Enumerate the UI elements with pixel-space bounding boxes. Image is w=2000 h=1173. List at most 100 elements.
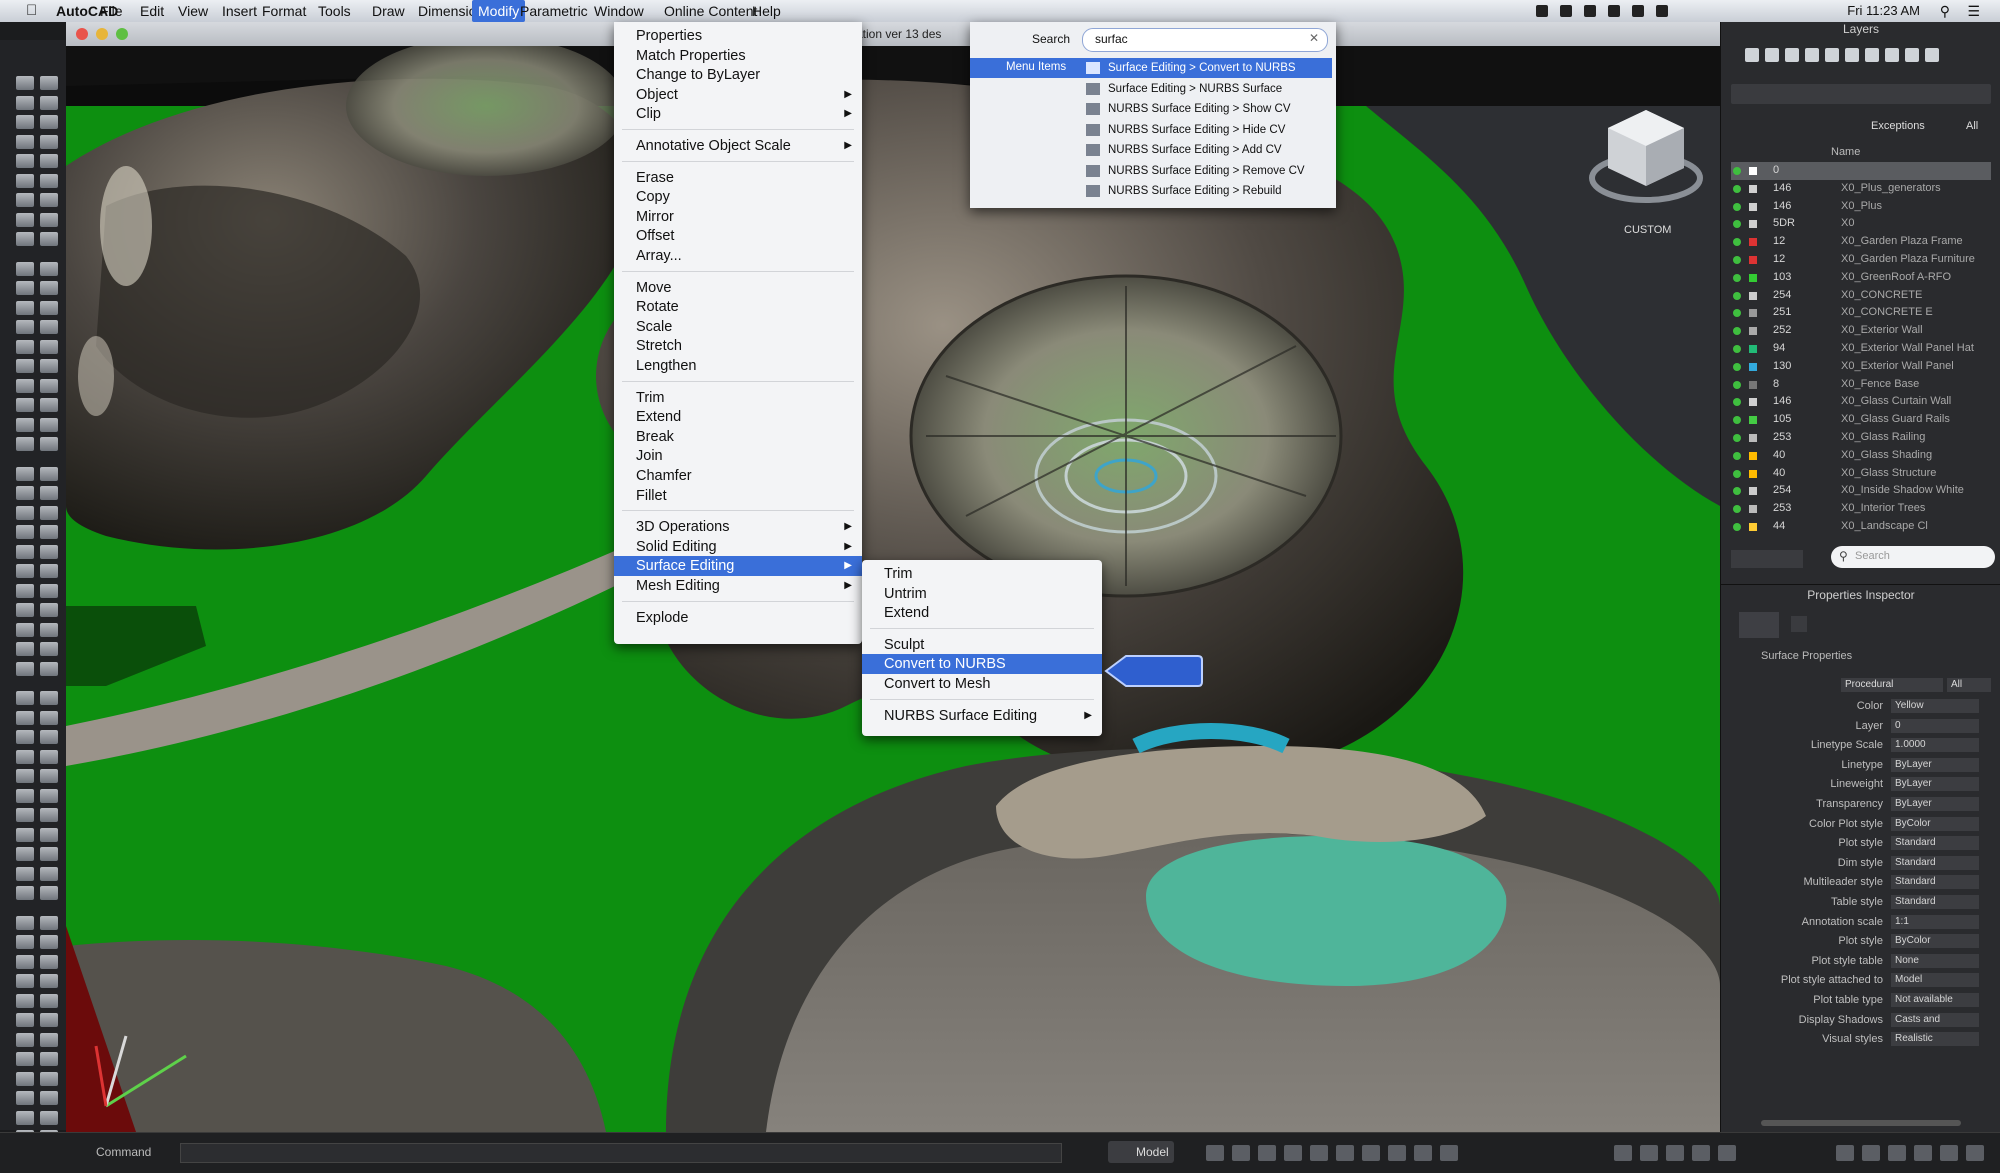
layer-row[interactable]: 12 X0_Garden Plaza Furniture <box>1731 251 1991 269</box>
menu-item-solid-editing[interactable]: Solid Editing ▶ <box>614 537 862 557</box>
viewcube[interactable] <box>1586 98 1706 218</box>
help-result-item[interactable]: NURBS Surface Editing > Show CV <box>1082 99 1332 119</box>
layer-tool-icon[interactable] <box>1745 48 1759 62</box>
menu-item-join[interactable]: Join <box>614 446 862 466</box>
layer-row[interactable]: 146 X0_Plus_generators <box>1731 180 1991 198</box>
layer-tool-icon[interactable] <box>1865 48 1879 62</box>
tool-icon[interactable] <box>16 1071 34 1086</box>
layer-row[interactable]: 130 X0_Exterior Wall Panel <box>1731 358 1991 376</box>
layer-visibility-icon[interactable] <box>1733 238 1741 247</box>
tool-icon[interactable] <box>16 154 34 168</box>
status-toggle-icon[interactable] <box>1206 1145 1224 1161</box>
menu-item-extend[interactable]: Extend <box>862 603 1102 623</box>
bluetooth-icon[interactable] <box>1584 5 1596 17</box>
tool-icon[interactable] <box>16 622 34 637</box>
surface-type-extra[interactable]: All <box>1947 678 1991 692</box>
tool-icon[interactable] <box>16 486 34 500</box>
status-toggle-icon[interactable] <box>1914 1145 1932 1161</box>
tool-icon[interactable] <box>16 134 34 149</box>
status-toggle-icon[interactable] <box>1640 1145 1658 1161</box>
menu-item-match-properties[interactable]: Match Properties <box>614 46 862 66</box>
layer-color-swatch[interactable] <box>1749 398 1757 407</box>
layer-visibility-icon[interactable] <box>1733 434 1741 442</box>
command-line-input[interactable] <box>180 1143 1062 1163</box>
property-value[interactable]: Model <box>1891 973 1979 988</box>
layer-tool-icon[interactable] <box>1845 48 1859 62</box>
menu-item-sculpt[interactable]: Sculpt <box>862 635 1102 655</box>
tool-icon[interactable] <box>40 398 58 412</box>
menu-insert[interactable]: Insert <box>222 3 257 19</box>
tool-icon[interactable] <box>40 115 58 129</box>
tool-icon[interactable] <box>16 466 34 481</box>
tool-icon[interactable] <box>16 320 34 334</box>
layer-row[interactable]: 146 X0_Glass Curtain Wall <box>1731 393 1991 411</box>
wifi-icon[interactable] <box>1608 5 1620 17</box>
tool-icon[interactable] <box>40 212 58 227</box>
menu-draw[interactable]: Draw <box>372 3 405 19</box>
layer-tool-icon[interactable] <box>1925 48 1939 62</box>
menu-online-content[interactable]: Online Content <box>664 3 757 19</box>
layer-search-input[interactable]: ⚲ Search <box>1831 546 1995 568</box>
tool-icon[interactable] <box>40 486 58 500</box>
status-toggle-icon[interactable] <box>1336 1145 1354 1161</box>
display-icon[interactable] <box>1560 5 1572 17</box>
status-toggle-icon[interactable] <box>1388 1145 1406 1161</box>
property-value[interactable]: Standard <box>1891 895 1979 909</box>
properties-settings-icon[interactable] <box>1791 616 1807 632</box>
tool-icon[interactable] <box>40 437 58 451</box>
properties-scrollbar[interactable] <box>1761 1120 1961 1126</box>
tool-icon[interactable] <box>40 154 58 168</box>
property-value[interactable]: ByColor <box>1891 816 1979 831</box>
tool-icon[interactable] <box>16 974 34 988</box>
layer-visibility-icon[interactable] <box>1733 505 1741 514</box>
tool-icon[interactable] <box>16 788 34 803</box>
tool-icon[interactable] <box>16 730 34 744</box>
tool-icon[interactable] <box>40 1013 58 1027</box>
status-toggle-icon[interactable] <box>1718 1145 1736 1161</box>
layer-tool-icon[interactable] <box>1905 48 1919 62</box>
menu-item-break[interactable]: Break <box>614 427 862 447</box>
menu-item-chamfer[interactable]: Chamfer <box>614 466 862 486</box>
menu-item-mesh-editing[interactable]: Mesh Editing ▶ <box>614 576 862 596</box>
layer-tool-icon[interactable] <box>1825 48 1839 62</box>
tool-icon[interactable] <box>40 603 58 617</box>
properties-tab[interactable] <box>1739 612 1779 638</box>
property-value[interactable]: ByColor <box>1891 934 1979 949</box>
status-toggle-icon[interactable] <box>1666 1145 1684 1161</box>
tool-icon[interactable] <box>40 583 58 598</box>
menu-item-surface-editing[interactable]: Surface Editing ▶ <box>614 556 862 577</box>
layer-visibility-icon[interactable] <box>1733 309 1741 318</box>
layer-filter-dropdown[interactable] <box>1731 84 1991 104</box>
menu-item-change-to-bylayer[interactable]: Change to ByLayer <box>614 65 862 85</box>
tool-icon[interactable] <box>40 232 58 246</box>
status-toggle-icon[interactable] <box>1440 1145 1458 1161</box>
surface-type-dropdown[interactable]: Procedural <box>1841 678 1943 692</box>
layer-visibility-icon[interactable] <box>1733 273 1741 282</box>
layer-color-swatch[interactable] <box>1749 273 1757 282</box>
tool-icon[interactable] <box>16 525 34 539</box>
tool-icon[interactable] <box>40 417 58 432</box>
menu-item-fillet[interactable]: Fillet <box>614 486 862 506</box>
tool-icon[interactable] <box>16 95 34 110</box>
status-toggle-icon[interactable] <box>1692 1145 1710 1161</box>
tool-icon[interactable] <box>40 95 58 110</box>
status-toggle-icon[interactable] <box>1836 1145 1854 1161</box>
tool-icon[interactable] <box>40 173 58 188</box>
status-toggle-icon[interactable] <box>1614 1145 1632 1161</box>
menu-item-copy[interactable]: Copy <box>614 187 862 207</box>
menu-item-3d-operations[interactable]: 3D Operations ▶ <box>614 517 862 537</box>
layer-visibility-icon[interactable] <box>1733 398 1741 407</box>
tool-icon[interactable] <box>40 1032 58 1047</box>
property-value[interactable]: 1.0000 <box>1891 738 1979 753</box>
tool-icon[interactable] <box>16 769 34 783</box>
tool-icon[interactable] <box>16 1013 34 1027</box>
layer-row[interactable]: 103 X0_GreenRoof A-RFO <box>1731 269 1991 287</box>
menu-window[interactable]: Window <box>594 3 644 19</box>
layer-color-swatch[interactable] <box>1749 202 1757 211</box>
tool-icon[interactable] <box>16 300 34 315</box>
tool-icon[interactable] <box>16 691 34 705</box>
menu-format[interactable]: Format <box>262 3 306 19</box>
menu-item-convert-to-nurbs[interactable]: Convert to NURBS <box>862 654 1102 675</box>
layer-color-swatch[interactable] <box>1749 451 1757 460</box>
tool-icon[interactable] <box>40 691 58 705</box>
